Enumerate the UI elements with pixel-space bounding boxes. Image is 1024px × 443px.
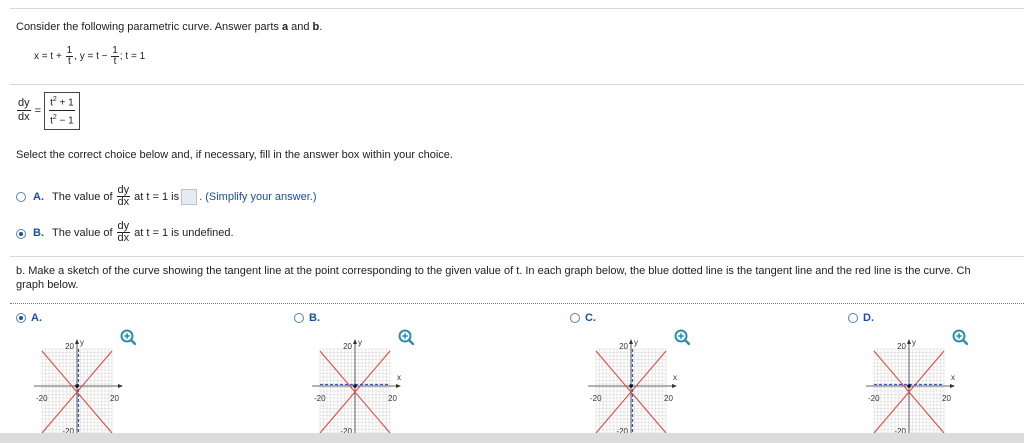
graph-a-plot: 20-20 20-20y: [34, 338, 123, 435]
x-axis-label: x: [673, 373, 677, 382]
top-divider: [10, 8, 1024, 9]
y-axis-label: y: [80, 338, 84, 347]
y-tick-label: 20: [619, 342, 628, 351]
part-b-text-line1: b. Make a sketch of the curve showing th…: [16, 265, 971, 277]
x-axis-label: x: [397, 373, 401, 382]
derivative-answer-box: t2 + 1 t2 − 1: [44, 92, 80, 130]
graph-a-label[interactable]: A.: [31, 312, 42, 324]
y-axis-label: y: [358, 338, 362, 347]
x-tick-label: -20: [590, 394, 602, 403]
choice-b-radio[interactable]: [16, 229, 26, 239]
y-tick-label: 20: [343, 342, 352, 351]
derivative-expression: dy dx = t2 + 1 t2 − 1: [16, 92, 80, 130]
y-fraction: 1t: [111, 45, 119, 67]
x-tick-label: -20: [314, 394, 326, 403]
choice-a[interactable]: A. The value of dy dx at t = 1 is . (Simp…: [33, 185, 317, 208]
x-tick-label: -20: [36, 394, 48, 403]
graph-d-radio[interactable]: [848, 313, 858, 323]
instruction-text: Select the correct choice below and, if …: [16, 149, 453, 161]
graph-b-radio[interactable]: [294, 313, 304, 323]
graph-b-plot: 20-20 20-20yx: [312, 338, 401, 435]
y-tick-label: 20: [65, 342, 74, 351]
answer-input-box[interactable]: [181, 188, 198, 205]
choice-b[interactable]: B. The value of dy dx at t = 1 is undefin…: [33, 221, 234, 244]
graph-a-radio[interactable]: [16, 313, 26, 323]
x-tick-label: 20: [942, 394, 951, 403]
question-prompt: Consider the following parametric curve.…: [16, 21, 323, 33]
bottom-scrollbar[interactable]: [0, 433, 1024, 443]
x-tick-label: -20: [868, 394, 880, 403]
choice-a-radio[interactable]: [16, 192, 26, 202]
graph-b-label[interactable]: B.: [309, 312, 320, 324]
x-fraction: 1t: [65, 45, 74, 67]
x-axis-label: x: [951, 373, 955, 382]
y-tick-label: 20: [897, 342, 906, 351]
x-tick-label: 20: [664, 394, 673, 403]
parametric-equation: x = t + 1t, y = t − 1 t; t = 1: [34, 45, 146, 67]
divider-1: [10, 84, 1024, 85]
y-axis-label: y: [912, 338, 916, 347]
graph-c-radio[interactable]: [570, 313, 580, 323]
dotted-divider: [10, 303, 1024, 304]
part-b-text-line2: graph below.: [16, 279, 79, 291]
x-tick-label: 20: [388, 394, 397, 403]
divider-2: [10, 256, 1024, 257]
graph-d-label[interactable]: D.: [863, 312, 874, 324]
graph-c-label[interactable]: C.: [585, 312, 596, 324]
y-axis-label: y: [634, 338, 638, 347]
x-tick-label: 20: [110, 394, 119, 403]
graph-d-plot: 20-20 20-20yx: [866, 338, 955, 435]
graph-c-plot: 20-20 20-20yx: [588, 338, 677, 435]
